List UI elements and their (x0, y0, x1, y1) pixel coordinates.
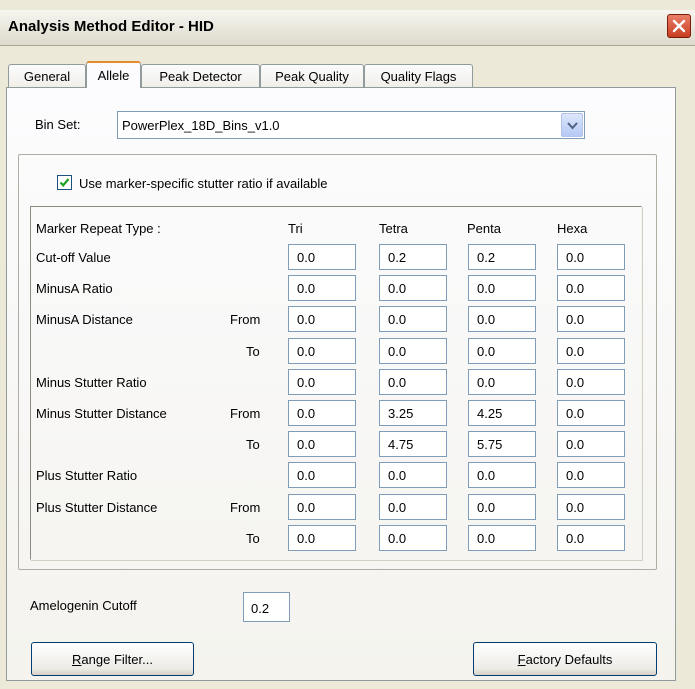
value-field-penta[interactable]: 5.75 (468, 431, 536, 457)
value-field-penta[interactable]: 0.0 (468, 462, 536, 488)
value-field-penta[interactable]: 0.2 (468, 244, 536, 270)
value-field-hexa[interactable]: 0.0 (557, 431, 625, 457)
range-filter-mnemonic: R (72, 652, 82, 667)
checkbox-label: Use marker-specific stutter ratio if ava… (79, 176, 328, 191)
value-field-penta[interactable]: 0.0 (468, 525, 536, 551)
value-field-tri[interactable]: 0.0 (288, 369, 356, 395)
row-label: MinusA Distance (36, 312, 133, 327)
tab-peak-detector[interactable]: Peak Detector (141, 64, 260, 87)
value-field-penta[interactable]: 0.0 (468, 369, 536, 395)
row-sublabel: From (230, 312, 261, 327)
value-field-tri[interactable]: 0.0 (288, 494, 356, 520)
value-field-hexa[interactable]: 0.0 (557, 525, 625, 551)
factory-defaults-button[interactable]: Factory Defaults (473, 642, 657, 676)
column-header-penta: Penta (467, 221, 501, 236)
value-field-hexa[interactable]: 0.0 (557, 462, 625, 488)
value-field-hexa[interactable]: 0.0 (557, 338, 625, 364)
value-field-tri[interactable]: 0.0 (288, 462, 356, 488)
range-filter-button[interactable]: Range Filter... (31, 642, 194, 676)
value-field-tetra[interactable]: 0.0 (379, 306, 447, 332)
value-field-tetra[interactable]: 0.2 (379, 244, 447, 270)
chevron-down-icon (567, 122, 578, 130)
row-sublabel: From (230, 406, 261, 421)
value-field-penta[interactable]: 0.0 (468, 275, 536, 301)
row-label: MinusA Ratio (36, 281, 113, 296)
value-field-tetra[interactable]: 0.0 (379, 369, 447, 395)
factory-defaults-mnemonic: F (517, 652, 526, 667)
amelogenin-cutoff-field[interactable]: 0.2 (243, 592, 290, 622)
row-label: Plus Stutter Distance (36, 500, 158, 515)
row-sublabel: To (246, 437, 260, 452)
close-button[interactable] (667, 14, 691, 38)
value-field-hexa[interactable]: 0.0 (557, 275, 625, 301)
dropdown-button[interactable] (561, 113, 583, 137)
factory-defaults-label: actory Defaults (525, 652, 613, 667)
marker-repeat-type-label: Marker Repeat Type : (36, 221, 161, 236)
value-field-penta[interactable]: 4.25 (468, 400, 536, 426)
value-field-penta[interactable]: 0.0 (468, 306, 536, 332)
tab-strip: General Allele Peak Detector Peak Qualit… (0, 61, 695, 88)
tab-quality-flags[interactable]: Quality Flags (364, 64, 473, 87)
value-field-tetra[interactable]: 4.75 (379, 431, 447, 457)
value-field-hexa[interactable]: 0.0 (557, 369, 625, 395)
value-field-tri[interactable]: 0.0 (288, 306, 356, 332)
column-header-tri: Tri (288, 221, 303, 236)
value-field-tetra[interactable]: 0.0 (379, 525, 447, 551)
value-field-tri[interactable]: 0.0 (288, 244, 356, 270)
value-field-hexa[interactable]: 0.0 (557, 244, 625, 270)
row-label: Cut-off Value (36, 250, 111, 265)
value-field-tri[interactable]: 0.0 (288, 275, 356, 301)
row-label: Minus Stutter Ratio (36, 375, 147, 390)
check-icon (59, 178, 70, 187)
row-sublabel: To (246, 531, 260, 546)
tab-general[interactable]: General (8, 64, 86, 87)
value-field-tri[interactable]: 0.0 (288, 338, 356, 364)
row-label: Plus Stutter Ratio (36, 468, 138, 483)
value-field-tetra[interactable]: 0.0 (379, 338, 447, 364)
column-header-tetra: Tetra (379, 221, 408, 236)
value-field-tri[interactable]: 0.0 (288, 431, 356, 457)
value-field-penta[interactable]: 0.0 (468, 338, 536, 364)
close-icon (672, 19, 686, 33)
title-bar: Analysis Method Editor - HID (0, 10, 695, 46)
value-field-hexa[interactable]: 0.0 (557, 494, 625, 520)
row-label: Minus Stutter Distance (36, 406, 167, 421)
value-field-tri[interactable]: 0.0 (288, 525, 356, 551)
value-field-penta[interactable]: 0.0 (468, 494, 536, 520)
value-field-tetra[interactable]: 0.0 (379, 275, 447, 301)
value-field-hexa[interactable]: 0.0 (557, 400, 625, 426)
value-field-tetra[interactable]: 0.0 (379, 462, 447, 488)
bin-set-label: Bin Set: (35, 117, 81, 132)
bin-set-select[interactable]: PowerPlex_18D_Bins_v1.0 (117, 111, 585, 139)
value-field-tetra[interactable]: 3.25 (379, 400, 447, 426)
bin-set-value: PowerPlex_18D_Bins_v1.0 (122, 118, 280, 133)
tab-allele[interactable]: Allele (86, 61, 141, 88)
amelogenin-label: Amelogenin Cutoff (30, 598, 137, 613)
row-sublabel: From (230, 500, 261, 515)
window-title: Analysis Method Editor - HID (8, 18, 214, 35)
tab-peak-quality[interactable]: Peak Quality (260, 64, 364, 87)
marker-specific-stutter-checkbox[interactable] (57, 175, 72, 190)
column-header-hexa: Hexa (557, 221, 588, 236)
range-filter-label: ange Filter... (81, 652, 153, 667)
value-field-tetra[interactable]: 0.0 (379, 494, 447, 520)
value-field-hexa[interactable]: 0.0 (557, 306, 625, 332)
value-field-tri[interactable]: 0.0 (288, 400, 356, 426)
row-sublabel: To (246, 344, 260, 359)
